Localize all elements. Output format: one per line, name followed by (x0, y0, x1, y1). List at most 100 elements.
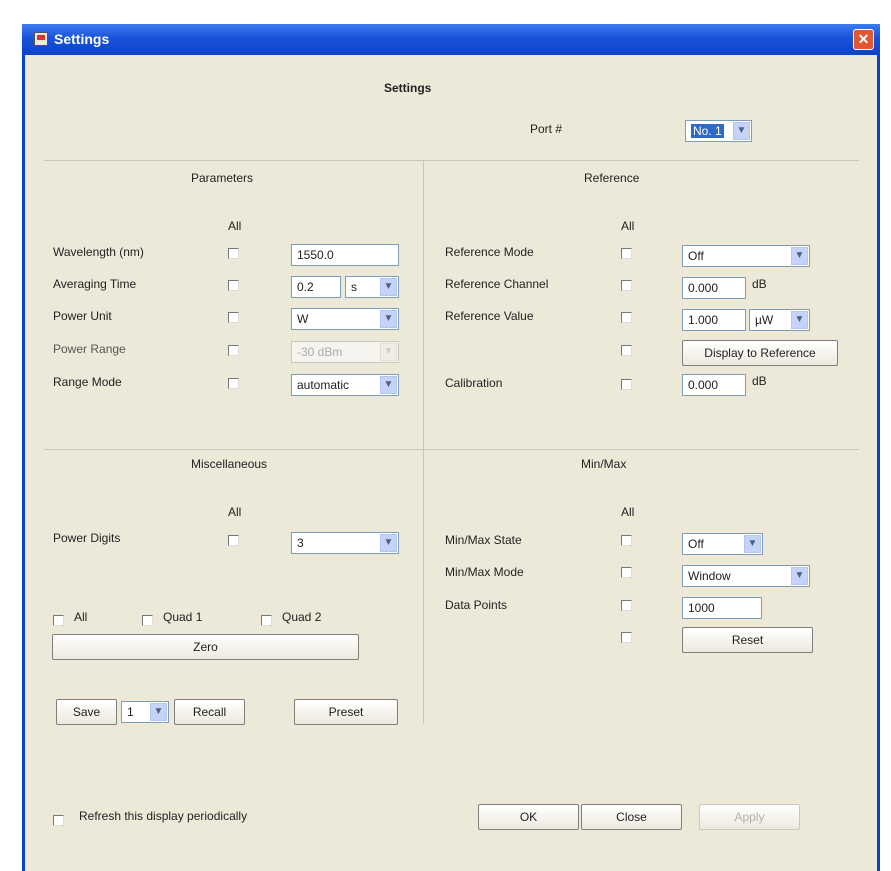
averaging-time-input[interactable]: 0.2 (291, 276, 341, 298)
memory-slot-select[interactable]: 1 ▼ (121, 701, 169, 723)
minmax-state-select[interactable]: Off ▼ (682, 533, 763, 555)
power-range-select[interactable]: -30 dBm ▼ (291, 341, 399, 363)
chevron-down-icon: ▼ (791, 247, 808, 265)
zero-button[interactable]: Zero (52, 634, 359, 660)
reference-mode-label: Reference Mode (445, 245, 534, 259)
calibration-input[interactable]: 0.000 (682, 374, 746, 396)
averaging-time-all-checkbox[interactable] (228, 280, 239, 291)
reference-value-all-checkbox[interactable] (621, 312, 632, 323)
apply-button[interactable]: Apply (699, 804, 800, 830)
power-range-all-checkbox[interactable] (228, 345, 239, 356)
wavelength-all-checkbox[interactable] (228, 248, 239, 259)
quad2-checkbox[interactable] (261, 615, 272, 626)
chevron-down-icon: ▼ (733, 122, 750, 140)
power-unit-select[interactable]: W ▼ (291, 308, 399, 330)
averaging-time-label: Averaging Time (53, 277, 137, 291)
minmax-mode-all-checkbox[interactable] (621, 567, 632, 578)
range-mode-value: automatic (297, 378, 350, 392)
title-bar[interactable]: Settings ✕ (22, 24, 880, 55)
chevron-down-icon: ▼ (380, 278, 397, 296)
minmax-mode-value: Window (688, 569, 731, 583)
miscellaneous-heading: Miscellaneous (191, 457, 268, 471)
preset-button[interactable]: Preset (294, 699, 398, 725)
chevron-down-icon: ▼ (791, 567, 808, 585)
dialog-heading: Settings (384, 81, 432, 95)
zero-all-label: All (74, 610, 88, 624)
display-to-reference-all-checkbox[interactable] (621, 345, 632, 356)
minmax-all-label: All (621, 505, 635, 519)
wavelength-label: Wavelength (nm) (53, 245, 144, 259)
reference-value-label: Reference Value (445, 309, 534, 323)
reference-all-label: All (621, 219, 635, 233)
calibration-unit: dB (752, 374, 767, 388)
range-mode-label: Range Mode (53, 375, 122, 389)
power-range-value: -30 dBm (297, 345, 343, 359)
power-unit-value: W (297, 312, 309, 326)
power-unit-all-checkbox[interactable] (228, 312, 239, 323)
refresh-periodically-label: Refresh this display periodically (79, 809, 248, 823)
ok-button[interactable]: OK (478, 804, 579, 830)
middle-separator (44, 449, 859, 450)
port-select[interactable]: No. 1 ▼ (685, 120, 752, 142)
chevron-down-icon: ▼ (380, 343, 397, 361)
power-digits-all-checkbox[interactable] (228, 535, 239, 546)
averaging-unit-value: s (351, 280, 357, 294)
close-window-button[interactable]: ✕ (853, 29, 874, 50)
reference-mode-select[interactable]: Off ▼ (682, 245, 810, 267)
data-points-input[interactable]: 1000 (682, 597, 762, 619)
minmax-reset-all-checkbox[interactable] (621, 632, 632, 643)
data-points-label: Data Points (445, 598, 508, 612)
minmax-state-all-checkbox[interactable] (621, 535, 632, 546)
wavelength-input[interactable]: 1550.0 (291, 244, 399, 266)
power-digits-label: Power Digits (53, 531, 121, 545)
quad1-label: Quad 1 (163, 610, 203, 624)
misc-all-label: All (228, 505, 242, 519)
minmax-heading: Min/Max (581, 457, 627, 471)
column-divider (423, 160, 424, 724)
memory-slot-value: 1 (127, 705, 134, 719)
power-range-label: Power Range (53, 342, 126, 356)
reference-channel-label: Reference Channel (445, 277, 549, 291)
port-selected-value: No. 1 (691, 124, 724, 138)
reference-value-unit: µW (755, 313, 774, 327)
chevron-down-icon: ▼ (380, 376, 397, 394)
data-points-all-checkbox[interactable] (621, 600, 632, 611)
reference-heading: Reference (584, 171, 640, 185)
port-label: Port # (530, 122, 563, 136)
display-to-reference-button[interactable]: Display to Reference (682, 340, 838, 366)
reference-value-unit-select[interactable]: µW ▼ (749, 309, 810, 331)
chevron-down-icon: ▼ (380, 310, 397, 328)
power-digits-value: 3 (297, 536, 304, 550)
power-digits-select[interactable]: 3 ▼ (291, 532, 399, 554)
minmax-state-label: Min/Max State (445, 533, 522, 547)
reference-channel-all-checkbox[interactable] (621, 280, 632, 291)
chevron-down-icon: ▼ (791, 311, 808, 329)
parameters-heading: Parameters (191, 171, 254, 185)
reference-channel-input[interactable]: 0.000 (682, 277, 746, 299)
minmax-mode-label: Min/Max Mode (445, 565, 524, 579)
reference-value-input[interactable]: 1.000 (682, 309, 746, 331)
reference-mode-value: Off (688, 249, 704, 263)
minmax-reset-button[interactable]: Reset (682, 627, 813, 653)
power-unit-label: Power Unit (53, 309, 112, 323)
top-separator (44, 160, 859, 161)
save-button[interactable]: Save (56, 699, 117, 725)
quad1-checkbox[interactable] (142, 615, 153, 626)
reference-mode-all-checkbox[interactable] (621, 248, 632, 259)
window-title: Settings (54, 31, 110, 47)
chevron-down-icon: ▼ (150, 703, 167, 721)
minmax-mode-select[interactable]: Window ▼ (682, 565, 810, 587)
refresh-periodically-checkbox[interactable] (53, 815, 64, 826)
chevron-down-icon: ▼ (380, 534, 397, 552)
minmax-state-value: Off (688, 537, 704, 551)
averaging-unit-select[interactable]: s ▼ (345, 276, 399, 298)
range-mode-all-checkbox[interactable] (228, 378, 239, 389)
range-mode-select[interactable]: automatic ▼ (291, 374, 399, 396)
zero-all-checkbox[interactable] (53, 615, 64, 626)
recall-button[interactable]: Recall (174, 699, 245, 725)
java-app-icon (34, 32, 48, 46)
reference-channel-unit: dB (752, 277, 767, 291)
close-button[interactable]: Close (581, 804, 682, 830)
calibration-all-checkbox[interactable] (621, 379, 632, 390)
chevron-down-icon: ▼ (744, 535, 761, 553)
